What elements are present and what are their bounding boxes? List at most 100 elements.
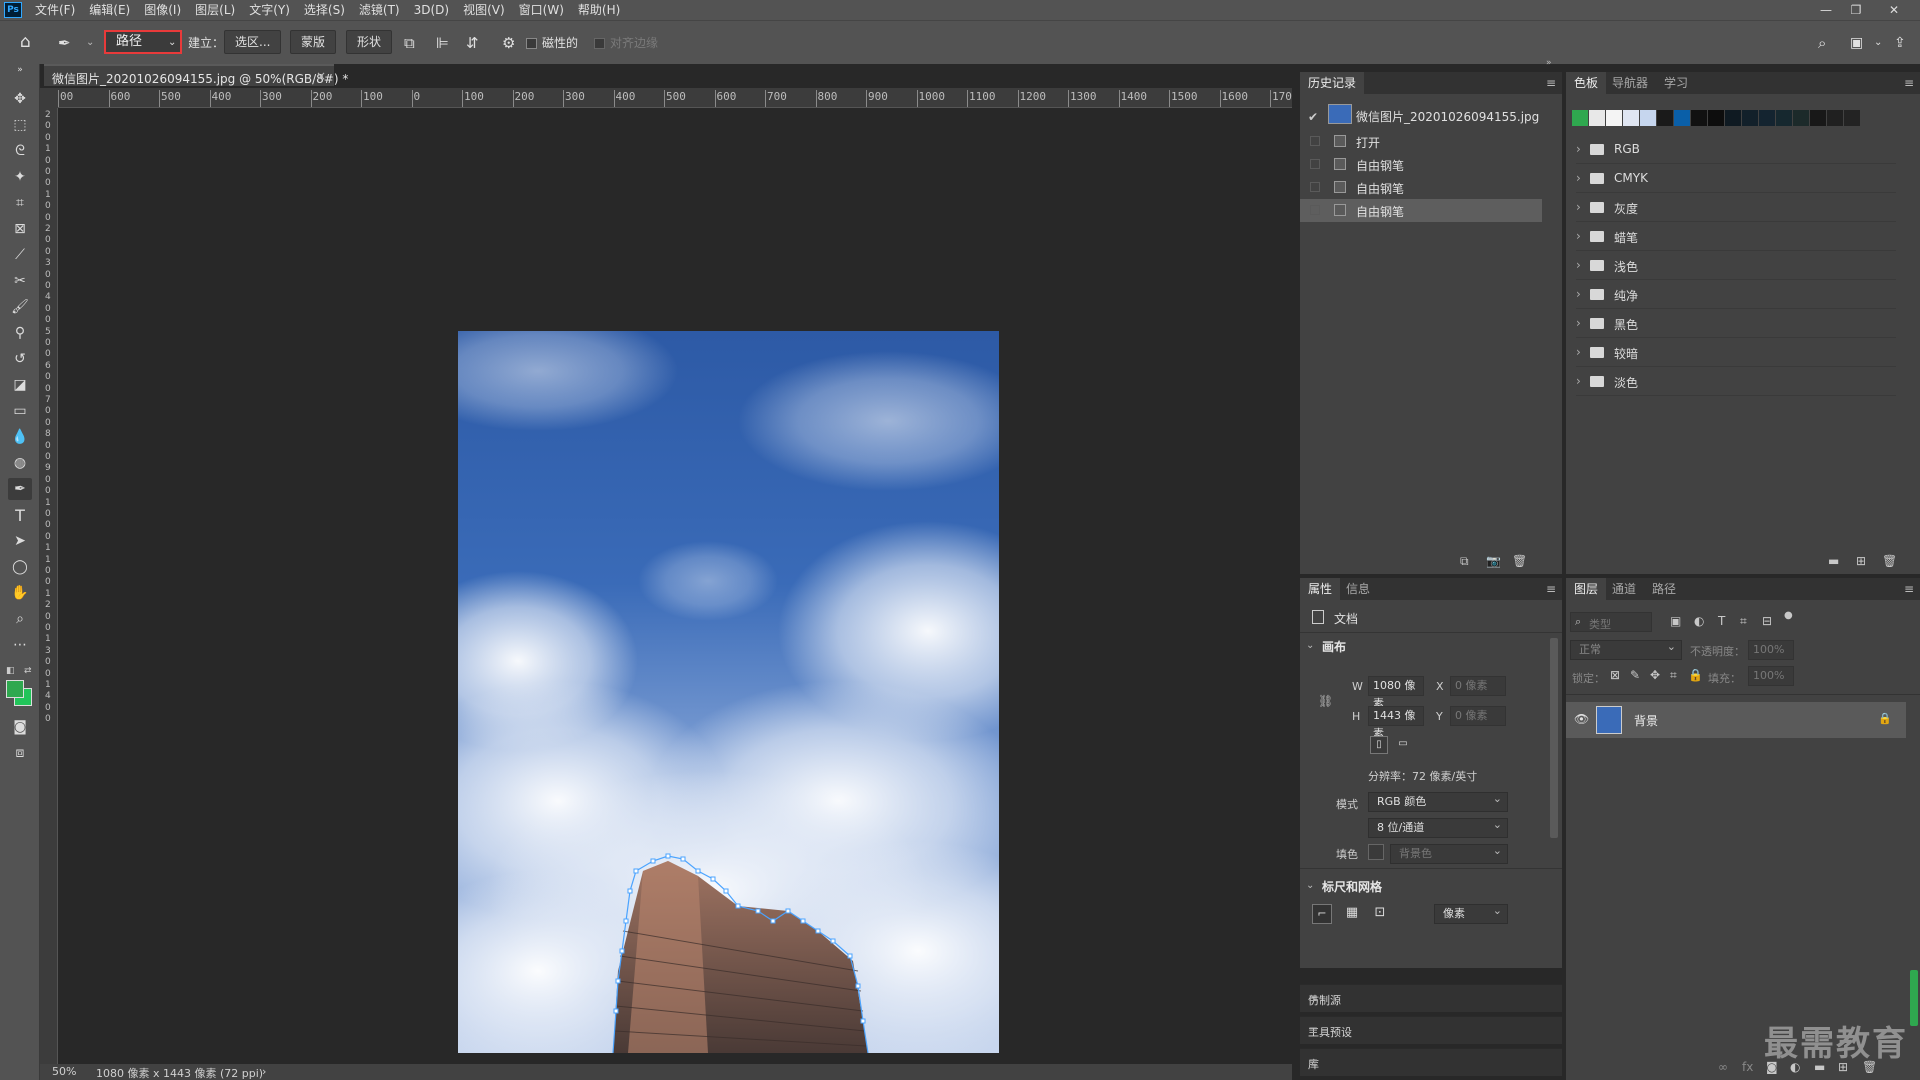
- crop-tool-icon[interactable]: ⌗: [8, 192, 32, 214]
- canvas-area[interactable]: [58, 108, 1292, 1064]
- tab-properties[interactable]: 属性: [1300, 578, 1341, 600]
- lock-position-icon[interactable]: ✥: [1650, 668, 1660, 682]
- type-layer-filter-icon[interactable]: T: [1718, 614, 1725, 628]
- tab-learn[interactable]: 学习: [1656, 72, 1696, 94]
- frame-tool-icon[interactable]: ⊠: [8, 218, 32, 240]
- workspace-icon[interactable]: ▣: [1850, 31, 1863, 55]
- panel-menu-icon[interactable]: ≡: [1308, 1055, 1556, 1069]
- height-field[interactable]: 1443 像素: [1368, 706, 1424, 740]
- tab-swatches[interactable]: 色板: [1566, 72, 1607, 94]
- fill-dropdown[interactable]: 背景色: [1390, 842, 1508, 864]
- x-field[interactable]: 0 像素: [1450, 676, 1506, 696]
- color-swatch[interactable]: [1674, 110, 1690, 126]
- make-selection-button[interactable]: 选区...: [224, 30, 282, 54]
- shape-layer-filter-icon[interactable]: ⌗: [1740, 614, 1747, 629]
- clone-source-panel[interactable]: 仿制源 ≡: [1300, 984, 1562, 1012]
- color-swatch[interactable]: [1759, 110, 1775, 126]
- history-brush-source-box[interactable]: [1310, 182, 1320, 192]
- collapse-panels-icon[interactable]: »: [1546, 58, 1552, 68]
- dodge-tool-icon[interactable]: ◍: [8, 452, 32, 474]
- path-operations-icon[interactable]: ⧉: [404, 31, 415, 55]
- history-panel-menu-icon[interactable]: ≡: [1546, 76, 1556, 90]
- freeform-pen-preset-icon[interactable]: ✒: [58, 31, 71, 55]
- snapshot-name[interactable]: 微信图片_20201026094155.jpg: [1356, 108, 1539, 125]
- home-icon[interactable]: ⌂: [20, 30, 31, 54]
- tab-history[interactable]: 历史记录: [1300, 72, 1365, 94]
- fill-color-swatch[interactable]: [1368, 844, 1384, 860]
- path-selection-tool-icon[interactable]: ➤: [8, 530, 32, 552]
- swatch-group-row[interactable]: › 浅色: [1576, 252, 1896, 280]
- fx-icon[interactable]: fx: [1742, 1060, 1753, 1074]
- swap-colors-icon[interactable]: ⇄: [24, 666, 32, 676]
- path-alignment-icon[interactable]: ⊫: [436, 31, 449, 55]
- chevron-right-icon[interactable]: ›: [1576, 171, 1581, 185]
- blend-mode-dropdown[interactable]: 正常: [1570, 638, 1682, 660]
- eye-icon[interactable]: 👁: [1574, 712, 1589, 726]
- filter-toggle-icon[interactable]: ●: [1784, 610, 1793, 621]
- gradient-tool-icon[interactable]: ▭: [8, 400, 32, 422]
- document-tab[interactable]: 微信图片_20201026094155.jpg @ 50%(RGB/8#) * …: [44, 64, 348, 86]
- color-swatch[interactable]: [1572, 110, 1588, 126]
- eyedropper-tool-icon[interactable]: ⟋: [8, 244, 32, 266]
- history-brush-source-box[interactable]: [1310, 159, 1320, 169]
- color-swatch[interactable]: [1793, 110, 1809, 126]
- history-state-row[interactable]: 打开: [1300, 130, 1542, 153]
- move-tool-icon[interactable]: ✥: [8, 88, 32, 110]
- swatch-group-row[interactable]: › 纯净: [1576, 281, 1896, 309]
- menu-item-3[interactable]: 图层(L): [188, 0, 242, 20]
- libraries-panel[interactable]: 库 ≡: [1300, 1048, 1562, 1076]
- photoshop-logo-icon[interactable]: Ps: [4, 2, 22, 18]
- color-swatch[interactable]: [1708, 110, 1724, 126]
- color-swatch[interactable]: [1844, 110, 1860, 126]
- color-swatch[interactable]: [1827, 110, 1843, 126]
- path-arrangement-icon[interactable]: ⇵: [466, 31, 479, 55]
- swatches-panel-menu-icon[interactable]: ≡: [1904, 76, 1914, 90]
- preset-dropdown-icon[interactable]: ⌄: [86, 31, 94, 55]
- close-window-button[interactable]: ✕: [1880, 0, 1908, 20]
- horizontal-ruler[interactable]: 00 600 500 400 300 200 100 0 100 200 300 400 500 600 7…: [58, 88, 1292, 108]
- document-image[interactable]: [458, 331, 999, 1053]
- menu-item-6[interactable]: 滤镜(T): [352, 0, 407, 20]
- new-folder-icon[interactable]: ▬: [1828, 554, 1839, 568]
- color-swatch[interactable]: [1589, 110, 1605, 126]
- color-swatch[interactable]: [1640, 110, 1656, 126]
- color-swatch[interactable]: [1725, 110, 1741, 126]
- chevron-right-icon[interactable]: ›: [1576, 316, 1581, 330]
- menu-item-8[interactable]: 视图(V): [456, 0, 512, 20]
- swatch-group-row[interactable]: › 黑色: [1576, 310, 1896, 338]
- menu-item-4[interactable]: 文字(Y): [242, 0, 297, 20]
- fill-field[interactable]: 100%: [1748, 666, 1794, 686]
- chevron-right-icon[interactable]: ›: [1576, 287, 1581, 301]
- history-state-row[interactable]: 自由钢笔: [1300, 199, 1542, 222]
- default-colors-icon[interactable]: ◧: [6, 666, 15, 676]
- chevron-right-icon[interactable]: ›: [1576, 200, 1581, 214]
- ruler-units-dropdown[interactable]: 像素: [1434, 902, 1508, 924]
- bit-depth-dropdown[interactable]: 8 位/通道: [1368, 816, 1508, 838]
- layers-panel-menu-icon[interactable]: ≡: [1904, 582, 1914, 596]
- swatch-group-row[interactable]: › 较暗: [1576, 339, 1896, 367]
- smart-object-filter-icon[interactable]: ⊟: [1762, 614, 1772, 628]
- foreground-color-swatch[interactable]: [6, 680, 24, 698]
- color-swatch[interactable]: [1810, 110, 1826, 126]
- history-brush-source-icon[interactable]: ✔: [1308, 110, 1318, 124]
- swatch-group-row[interactable]: › 灰度: [1576, 194, 1896, 222]
- make-shape-button[interactable]: 形状: [346, 30, 393, 54]
- magic-wand-tool-icon[interactable]: ✦: [8, 166, 32, 188]
- lock-pixels-icon[interactable]: ✎: [1630, 668, 1640, 682]
- menu-item-2[interactable]: 图像(I): [137, 0, 188, 20]
- menu-item-5[interactable]: 选择(S): [297, 0, 352, 20]
- tab-layers[interactable]: 图层: [1566, 578, 1607, 600]
- menu-item-10[interactable]: 帮助(H): [571, 0, 627, 20]
- color-mode-dropdown[interactable]: RGB 颜色: [1368, 790, 1508, 812]
- ruler-section-toggle-icon[interactable]: ⌄: [1306, 880, 1314, 891]
- lock-transparency-icon[interactable]: ⊠: [1610, 668, 1620, 682]
- trash-icon[interactable]: 🗑: [1882, 554, 1897, 568]
- history-brush-tool-icon[interactable]: ↺: [8, 348, 32, 370]
- eraser-tool-icon[interactable]: ◪: [8, 374, 32, 396]
- tool-presets-panel[interactable]: 工具预设 ≡: [1300, 1016, 1562, 1044]
- type-tool-icon[interactable]: T: [8, 504, 32, 526]
- history-brush-source-box[interactable]: [1310, 205, 1320, 215]
- menu-item-0[interactable]: 文件(F): [28, 0, 82, 20]
- tab-info[interactable]: 信息: [1338, 578, 1378, 600]
- menu-item-7[interactable]: 3D(D): [407, 0, 456, 20]
